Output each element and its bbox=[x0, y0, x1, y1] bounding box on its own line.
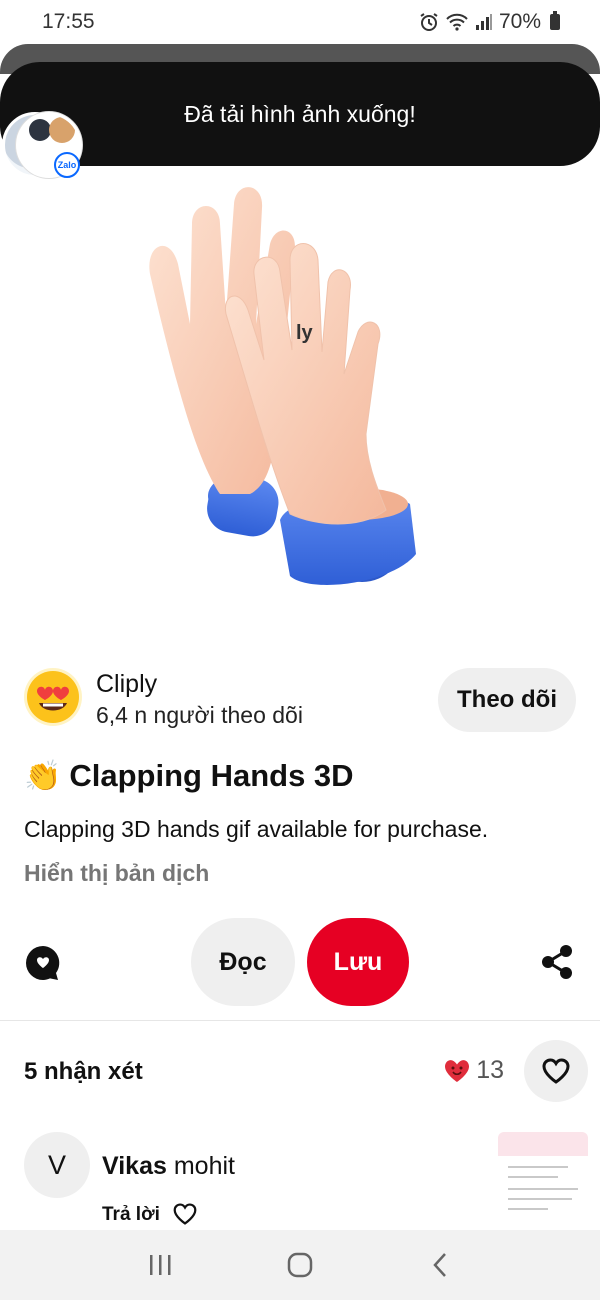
reactions-summary[interactable]: 13 bbox=[444, 1056, 504, 1085]
recents-icon bbox=[150, 1255, 171, 1275]
save-button[interactable]: Lưu bbox=[307, 918, 409, 1006]
comment-icon[interactable] bbox=[24, 944, 62, 982]
comment-like-icon[interactable] bbox=[172, 1202, 198, 1226]
image-watermark: ly bbox=[296, 322, 313, 344]
creator-name[interactable]: Cliply bbox=[96, 670, 157, 699]
like-button[interactable] bbox=[524, 1040, 588, 1102]
commenter-avatar[interactable]: V bbox=[24, 1132, 90, 1198]
clapping-hands-illustration bbox=[149, 187, 416, 585]
comment-item: V Vikas mohit Trả lời bbox=[24, 1132, 588, 1232]
heart-outline-icon bbox=[542, 1058, 570, 1084]
status-bar: 17:55 70% bbox=[0, 0, 600, 44]
recent-apps-button[interactable] bbox=[130, 1240, 190, 1290]
reply-link[interactable]: Trả lời bbox=[102, 1204, 160, 1226]
heart-eyes-reaction-icon bbox=[445, 1059, 470, 1082]
battery-level: 70% bbox=[498, 10, 541, 33]
comments-header: 5 nhận xét 13 bbox=[24, 1040, 588, 1102]
wifi-icon bbox=[445, 13, 469, 31]
pin-title: 👏 Clapping Hands 3D bbox=[24, 758, 354, 794]
share-icon[interactable] bbox=[540, 944, 574, 980]
creator-avatar[interactable] bbox=[24, 668, 82, 726]
share-target[interactable]: Zalo bbox=[2, 112, 82, 182]
commenter-name[interactable]: Vikas mohit bbox=[102, 1152, 235, 1181]
back-button[interactable] bbox=[410, 1240, 470, 1290]
creator-row: Cliply 6,4 n người theo dõi Theo dõi bbox=[24, 664, 576, 734]
back-icon bbox=[433, 1253, 446, 1277]
system-navigation-bar bbox=[0, 1230, 600, 1300]
action-bar: Đọc Lưu bbox=[0, 918, 600, 1008]
reaction-count: 13 bbox=[476, 1056, 504, 1084]
comments-count[interactable]: 5 nhận xét bbox=[24, 1058, 143, 1086]
download-toast[interactable]: Đã tải hình ảnh xuống! bbox=[0, 62, 600, 166]
creator-followers: 6,4 n người theo dõi bbox=[96, 702, 303, 728]
toast-message: Đã tải hình ảnh xuống! bbox=[184, 100, 416, 127]
alarm-icon bbox=[419, 12, 439, 32]
signal-icon bbox=[475, 13, 493, 31]
pin-description: Clapping 3D hands gif available for purc… bbox=[24, 816, 489, 842]
home-button[interactable] bbox=[270, 1240, 330, 1290]
battery-icon bbox=[550, 11, 560, 30]
zalo-icon: Zalo bbox=[54, 152, 80, 178]
divider bbox=[0, 1020, 600, 1021]
pin-title-text: Clapping Hands 3D bbox=[69, 758, 354, 793]
heart-eyes-emoji-icon bbox=[27, 671, 79, 723]
home-icon bbox=[287, 1252, 313, 1278]
comment-attachment-thumbnail[interactable] bbox=[498, 1132, 588, 1220]
show-translation-link[interactable]: Hiển thị bản dịch bbox=[24, 860, 209, 887]
follow-button[interactable]: Theo dõi bbox=[438, 668, 576, 732]
status-time: 17:55 bbox=[42, 10, 95, 33]
read-button[interactable]: Đọc bbox=[191, 918, 295, 1006]
clapping-emoji-icon: 👏 bbox=[24, 759, 62, 793]
status-icons: 70% bbox=[419, 10, 560, 34]
